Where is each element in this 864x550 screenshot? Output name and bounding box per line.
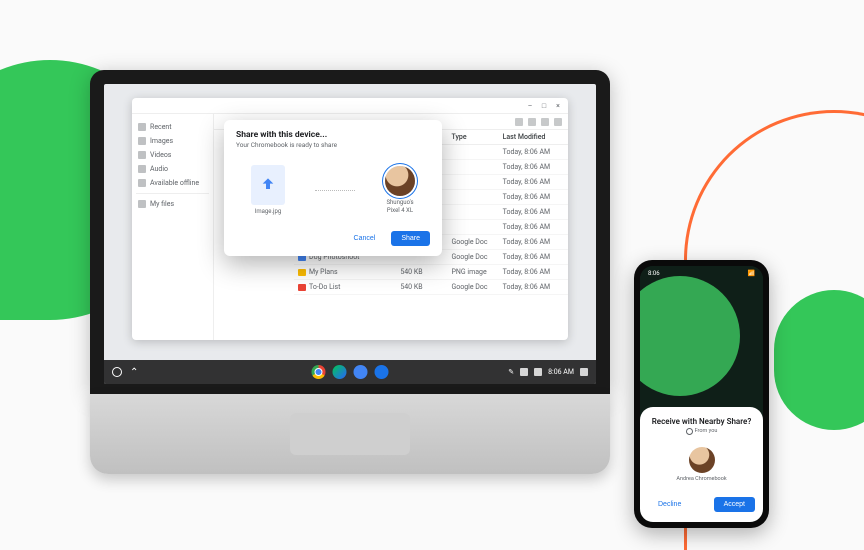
avatar bbox=[689, 447, 715, 473]
sidebar-item-myfiles[interactable]: My files bbox=[136, 197, 209, 211]
video-icon bbox=[138, 151, 146, 159]
more-icon[interactable] bbox=[554, 118, 562, 126]
col-type[interactable]: Type bbox=[451, 133, 502, 141]
dialog-subtitle: Your Chromebook is ready to share bbox=[236, 141, 430, 149]
nearby-share-icon bbox=[260, 177, 276, 193]
close-icon[interactable]: × bbox=[554, 102, 562, 110]
decline-button[interactable]: Decline bbox=[648, 497, 691, 512]
clock-icon bbox=[138, 123, 146, 131]
battery-icon[interactable] bbox=[534, 368, 542, 376]
wifi-icon[interactable] bbox=[520, 368, 528, 376]
window-titlebar: – □ × bbox=[132, 98, 568, 114]
file-icon bbox=[298, 269, 306, 276]
share-dialog: Share with this device... Your Chromeboo… bbox=[224, 120, 442, 256]
maximize-icon[interactable]: □ bbox=[540, 102, 548, 110]
cast-icon[interactable] bbox=[580, 368, 588, 376]
sender-name: Andrea Chromebook bbox=[676, 476, 726, 482]
dialog-title: Share with this device... bbox=[236, 130, 430, 140]
accept-button[interactable]: Accept bbox=[714, 497, 755, 512]
avatar bbox=[385, 166, 415, 196]
sidebar-item-recent[interactable]: Recent bbox=[136, 120, 209, 134]
audio-icon bbox=[138, 165, 146, 173]
sidebar-item-audio[interactable]: Audio bbox=[136, 162, 209, 176]
sheet-subtitle: From you bbox=[686, 428, 718, 435]
pen-icon[interactable]: ✎ bbox=[508, 368, 514, 376]
signal-icons: 📶 bbox=[748, 270, 755, 277]
pixel-phone: 8:06 📶 Receive with Nearby Share? From y… bbox=[634, 260, 769, 528]
sidebar-item-offline[interactable]: Available offline bbox=[136, 176, 209, 190]
file-icon bbox=[298, 284, 306, 291]
clock[interactable]: 8:06 AM bbox=[548, 368, 574, 376]
image-icon bbox=[138, 137, 146, 145]
chromebook-laptop: – □ × Recent Images Videos Audio Availab… bbox=[90, 70, 610, 474]
app-icon[interactable] bbox=[354, 365, 368, 379]
offline-icon bbox=[138, 179, 146, 187]
share-file: Image.jpg bbox=[251, 165, 285, 215]
sidebar-item-videos[interactable]: Videos bbox=[136, 148, 209, 162]
chrome-icon[interactable] bbox=[312, 365, 326, 379]
sheet-title: Receive with Nearby Share? bbox=[652, 417, 752, 426]
cancel-button[interactable]: Cancel bbox=[344, 231, 386, 246]
minimize-icon[interactable]: – bbox=[526, 102, 534, 110]
launcher-icon[interactable] bbox=[112, 367, 122, 377]
chevron-up-icon[interactable]: ⌃ bbox=[130, 367, 138, 378]
files-app-icon[interactable] bbox=[375, 365, 389, 379]
table-row[interactable]: To-Do List540 KBGoogle DocToday, 8:06 AM bbox=[294, 280, 568, 295]
search-icon[interactable] bbox=[515, 118, 523, 126]
sidebar-item-images[interactable]: Images bbox=[136, 134, 209, 148]
view-icon[interactable] bbox=[528, 118, 536, 126]
share-recipient[interactable]: Shunguo'sPixel 4 XL bbox=[385, 166, 415, 213]
keyboard bbox=[90, 394, 610, 474]
folder-icon bbox=[138, 200, 146, 208]
table-row[interactable]: My Plans540 KBPNG imageToday, 8:06 AM bbox=[294, 265, 568, 280]
play-store-icon[interactable] bbox=[333, 365, 347, 379]
share-button[interactable]: Share bbox=[391, 231, 430, 246]
nearby-share-sheet: Receive with Nearby Share? From you Andr… bbox=[640, 407, 763, 522]
files-sidebar: Recent Images Videos Audio Available off… bbox=[132, 114, 214, 340]
taskbar: ⌃ ✎ 8:06 AM bbox=[104, 360, 596, 384]
col-mod[interactable]: Last Modified bbox=[503, 133, 564, 141]
phone-status-bar: 8:06 📶 bbox=[640, 266, 763, 280]
sort-icon[interactable] bbox=[541, 118, 549, 126]
